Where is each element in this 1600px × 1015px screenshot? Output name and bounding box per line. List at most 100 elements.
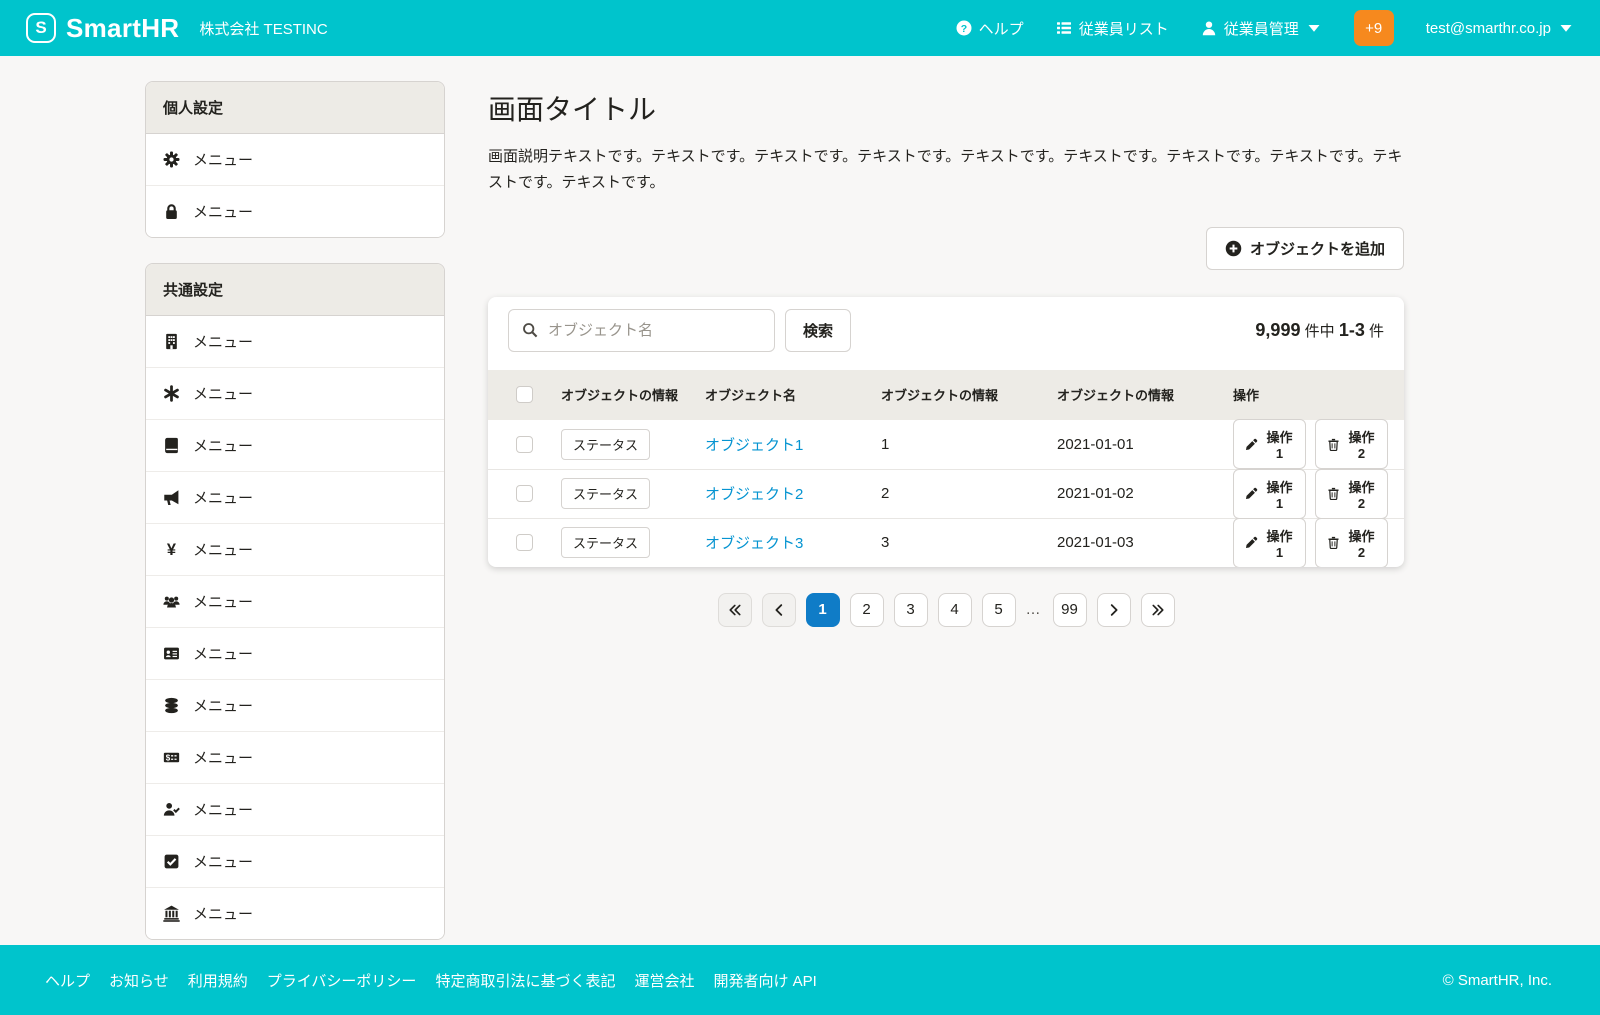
column-header: オブジェクト名 — [705, 385, 881, 404]
nav-help[interactable]: ヘルプ — [956, 18, 1024, 39]
prev-page-button[interactable] — [762, 593, 796, 627]
footer-link-news[interactable]: お知らせ — [109, 970, 169, 991]
last-page-button[interactable] — [1141, 593, 1175, 627]
sidebar-item-label: メニュー — [193, 487, 253, 508]
sidebar-item-menu[interactable]: メニュー — [146, 471, 444, 523]
sidebar-item-label: メニュー — [193, 747, 253, 768]
object-info: 2 — [881, 485, 1057, 502]
sidebar-item-label: メニュー — [193, 435, 253, 456]
object-link[interactable]: オブジェクト3 — [705, 535, 803, 552]
list-icon — [1056, 20, 1072, 36]
asterisk-icon — [163, 385, 180, 402]
nav-employee-list[interactable]: 従業員リスト — [1056, 18, 1169, 39]
sidebar-item-menu[interactable]: メニュー — [146, 835, 444, 887]
table-row: ステータス オブジェクト1 1 2021-01-01 操作1 操作2 — [488, 420, 1404, 469]
table-row: ステータス オブジェクト2 2 2021-01-02 操作1 操作2 — [488, 469, 1404, 518]
brand-logo[interactable]: S SmartHR — [26, 13, 179, 44]
caret-down-icon — [1306, 20, 1322, 36]
row-checkbox[interactable] — [516, 436, 533, 453]
sidebar-item-label: メニュー — [193, 331, 253, 352]
footer-link-help[interactable]: ヘルプ — [45, 970, 90, 991]
page-button[interactable]: 3 — [894, 593, 928, 627]
users-icon — [163, 593, 180, 610]
footer-link-commerce-law[interactable]: 特定商取引法に基づく表記 — [435, 970, 615, 991]
sidebar-item-menu[interactable]: メニュー — [146, 783, 444, 835]
footer-link-developer-api[interactable]: 開発者向け API — [713, 970, 816, 991]
first-page-button[interactable] — [718, 593, 752, 627]
header-nav: ヘルプ 従業員リスト 従業員管理 +9 test@smarthr.co.jp — [956, 10, 1574, 46]
sidebar-section-title: 共通設定 — [146, 264, 444, 316]
notification-badge[interactable]: +9 — [1354, 10, 1394, 46]
account-dropdown[interactable]: test@smarthr.co.jp — [1426, 20, 1574, 37]
question-circle-icon — [956, 20, 972, 36]
object-link[interactable]: オブジェクト2 — [705, 486, 803, 503]
status-badge: ステータス — [561, 527, 650, 558]
object-date: 2021-01-01 — [1057, 436, 1233, 453]
status-badge: ステータス — [561, 478, 650, 509]
sidebar-section-title: 個人設定 — [146, 82, 444, 134]
column-header: オブジェクトの情報 — [881, 385, 1057, 404]
row-checkbox[interactable] — [516, 485, 533, 502]
sidebar-item-menu[interactable]: メニュー — [146, 627, 444, 679]
sidebar-item-menu[interactable]: メニュー — [146, 367, 444, 419]
sidebar-item-menu[interactable]: メニュー — [146, 523, 444, 575]
footer-link-privacy[interactable]: プライバシーポリシー — [267, 970, 417, 991]
account-email: test@smarthr.co.jp — [1426, 20, 1551, 37]
sidebar-item-menu[interactable]: メニュー — [146, 887, 444, 939]
edit-action-button[interactable]: 操作1 — [1233, 518, 1306, 567]
sidebar-item-label: メニュー — [193, 851, 253, 872]
sidebar-item-label: メニュー — [193, 903, 253, 924]
search-box — [508, 309, 775, 352]
landmark-icon — [163, 905, 180, 922]
column-header: 操作 — [1233, 385, 1404, 404]
footer-link-company[interactable]: 運営会社 — [634, 970, 694, 991]
object-link[interactable]: オブジェクト1 — [705, 437, 803, 454]
object-info: 3 — [881, 534, 1057, 551]
delete-action-button[interactable]: 操作2 — [1315, 469, 1388, 519]
sidebar-item-menu[interactable]: メニュー — [146, 185, 444, 237]
sidebar-item-menu[interactable]: メニュー — [146, 575, 444, 627]
sidebar-item-label: メニュー — [193, 799, 253, 820]
next-page-button[interactable] — [1097, 593, 1131, 627]
select-all-checkbox[interactable] — [516, 386, 533, 403]
delete-action-button[interactable]: 操作2 — [1315, 419, 1388, 469]
search-button[interactable]: 検索 — [785, 309, 851, 352]
caret-down-icon — [1558, 20, 1574, 36]
pagination-ellipsis: … — [1026, 601, 1043, 618]
object-info: 1 — [881, 436, 1057, 453]
sidebar-item-menu[interactable]: メニュー — [146, 316, 444, 367]
trash-icon — [1327, 536, 1340, 549]
bullhorn-icon — [163, 489, 180, 506]
trash-icon — [1327, 487, 1340, 500]
nav-employee-list-label: 従業員リスト — [1079, 18, 1169, 39]
nav-employee-admin-dropdown[interactable]: 従業員管理 — [1201, 18, 1322, 39]
gear-icon — [163, 151, 180, 168]
sidebar-section-personal: 個人設定 メニュー メニュー — [145, 81, 445, 238]
table-body: ステータス オブジェクト1 1 2021-01-01 操作1 操作2 — [488, 420, 1404, 567]
yen-sign-icon — [163, 541, 180, 558]
brand-name: SmartHR — [66, 13, 179, 44]
delete-action-button[interactable]: 操作2 — [1315, 518, 1388, 567]
page-button-current[interactable]: 1 — [806, 593, 840, 627]
sidebar-item-menu[interactable]: メニュー — [146, 134, 444, 185]
sidebar-item-menu[interactable]: メニュー — [146, 679, 444, 731]
sidebar-item-menu[interactable]: メニュー — [146, 419, 444, 471]
smarthr-logo-icon: S — [26, 13, 56, 43]
search-input[interactable] — [548, 322, 761, 339]
sidebar-section-common: 共通設定 メニュー メニュー メニュー メニュー メニュー — [145, 263, 445, 940]
sidebar-item-menu[interactable]: メニュー — [146, 731, 444, 783]
pencil-icon — [1245, 487, 1258, 500]
page-button-last[interactable]: 99 — [1053, 593, 1087, 627]
page-button[interactable]: 5 — [982, 593, 1016, 627]
page-button[interactable]: 4 — [938, 593, 972, 627]
table-row: ステータス オブジェクト3 3 2021-01-03 操作1 操作2 — [488, 518, 1404, 567]
footer-link-terms[interactable]: 利用規約 — [188, 970, 248, 991]
object-date: 2021-01-02 — [1057, 485, 1233, 502]
add-object-button[interactable]: オブジェクトを追加 — [1206, 227, 1404, 270]
pencil-icon — [1245, 438, 1258, 451]
edit-action-button[interactable]: 操作1 — [1233, 469, 1306, 519]
pagination: 1 2 3 4 5 … 99 — [488, 593, 1404, 627]
edit-action-button[interactable]: 操作1 — [1233, 419, 1306, 469]
row-checkbox[interactable] — [516, 534, 533, 551]
page-button[interactable]: 2 — [850, 593, 884, 627]
